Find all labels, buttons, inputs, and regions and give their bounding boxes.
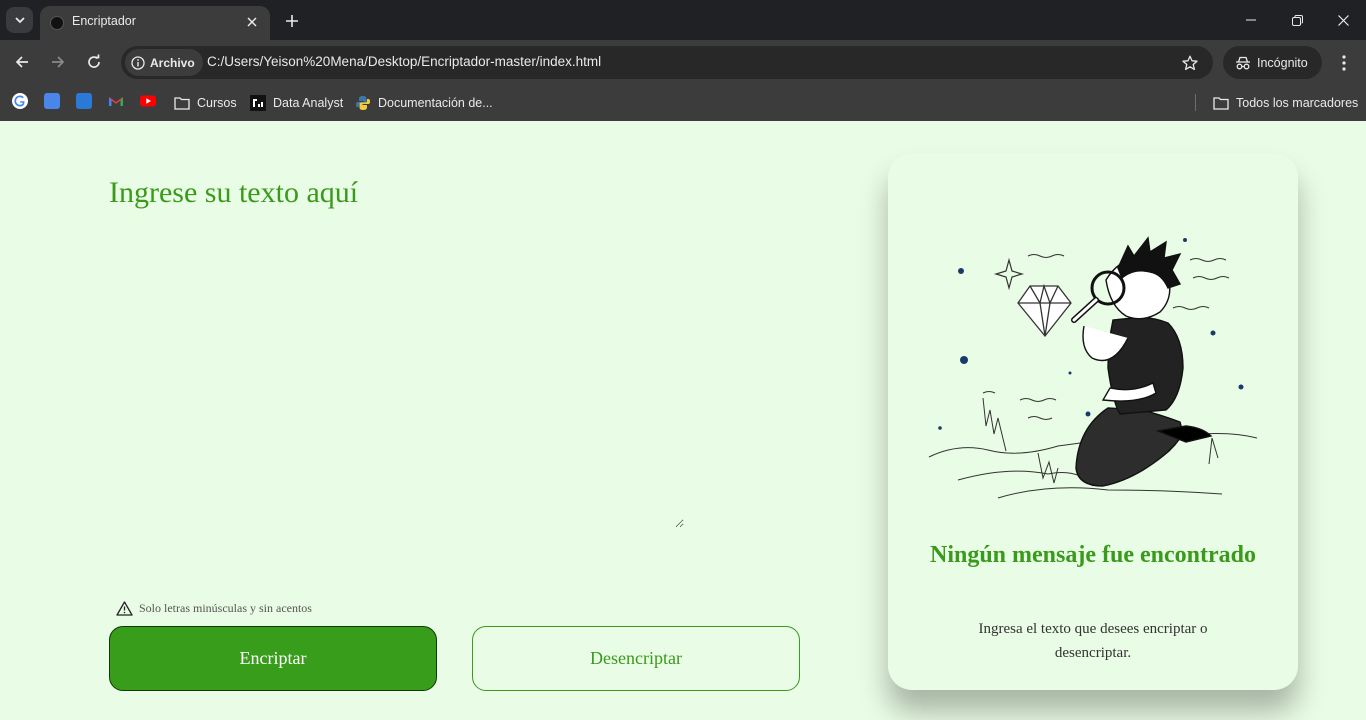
tab-close-button[interactable] xyxy=(242,12,262,32)
gmail-icon[interactable] xyxy=(108,93,124,109)
tab-title: Encriptador xyxy=(72,14,136,28)
tab-search-button[interactable] xyxy=(6,7,33,33)
active-tab[interactable]: Encriptador xyxy=(40,6,270,40)
star-icon xyxy=(1182,55,1198,71)
address-bar[interactable]: Archivo C:/Users/Yeison%20Mena/Desktop/E… xyxy=(121,46,1213,79)
browser-tab-bar: Encriptador xyxy=(0,0,1366,40)
forward-icon xyxy=(52,56,65,68)
page-content: Ingrese su texto aquí Solo letras minúsc… xyxy=(0,121,1366,720)
minimize-icon xyxy=(1246,19,1256,21)
bookmark-documentacion[interactable]: Documentación de... xyxy=(355,92,493,114)
close-icon xyxy=(247,17,257,27)
bookmark-folder-cursos[interactable]: Cursos xyxy=(174,92,237,114)
result-panel: Ningún mensaje fue encontrado Ingresa el… xyxy=(888,153,1298,690)
input-hint: Solo letras minúsculas y sin acentos xyxy=(116,601,312,616)
back-icon xyxy=(15,56,28,68)
decrypt-button[interactable]: Desencriptar xyxy=(472,626,800,691)
python-icon xyxy=(356,96,370,110)
result-description: Ingresa el texto que desees encriptar o … xyxy=(978,621,1208,661)
bookmark-label: Todos los marcadores xyxy=(1236,96,1359,110)
bookmark-s-icon[interactable] xyxy=(76,93,92,109)
url-text[interactable]: C:/Users/Yeison%20Mena/Desktop/Encriptad… xyxy=(207,54,601,69)
bookmark-label: Documentación de... xyxy=(378,96,493,110)
bookmark-label: Data Analyst xyxy=(273,96,344,110)
bookmarks-bar: Cursos Data Analyst Documentación de... … xyxy=(0,85,1366,121)
site-chip-label: Archivo xyxy=(150,55,195,70)
bookmark-data-analyst[interactable]: Data Analyst xyxy=(250,92,343,114)
browser-toolbar: Archivo C:/Users/Yeison%20Mena/Desktop/E… xyxy=(0,40,1366,85)
reload-button[interactable] xyxy=(81,49,107,75)
restore-button[interactable] xyxy=(1274,5,1320,35)
folder-icon xyxy=(1213,97,1229,110)
browser-menu-button[interactable] xyxy=(1333,50,1355,76)
hint-text: Solo letras minúsculas y sin acentos xyxy=(139,601,312,615)
bookmark-label: Cursos xyxy=(197,96,237,110)
close-window-button[interactable] xyxy=(1320,5,1366,35)
reload-icon xyxy=(88,54,100,68)
bookmarks-separator xyxy=(1195,94,1196,111)
tab-favicon-icon xyxy=(50,16,64,30)
forward-button[interactable] xyxy=(45,49,71,75)
minimize-button[interactable] xyxy=(1228,5,1274,35)
result-title: Ningún mensaje fue encontrado xyxy=(929,542,1256,568)
bookmark-star-button[interactable] xyxy=(1179,52,1201,74)
info-icon xyxy=(131,55,145,70)
back-button[interactable] xyxy=(9,49,35,75)
site-info-chip[interactable]: Archivo xyxy=(125,49,203,76)
google-icon[interactable] xyxy=(12,93,28,109)
close-icon xyxy=(1337,14,1349,26)
plus-icon xyxy=(286,15,298,27)
bookmark-all-bookmarks[interactable]: Todos los marcadores xyxy=(1213,92,1358,114)
kebab-icon xyxy=(1342,55,1346,71)
message-input[interactable] xyxy=(108,221,684,528)
page-heading: Ingrese su texto aquí xyxy=(109,176,359,209)
incognito-chip[interactable]: Incógnito xyxy=(1223,46,1322,79)
new-tab-button[interactable] xyxy=(281,10,303,32)
google-translate-icon[interactable] xyxy=(44,93,60,109)
searching-person-illustration xyxy=(928,236,1258,499)
warning-icon xyxy=(116,601,133,616)
incognito-icon xyxy=(1236,56,1250,69)
youtube-icon[interactable] xyxy=(140,93,156,109)
data-analyst-icon xyxy=(250,95,266,111)
incognito-label: Incógnito xyxy=(1257,55,1308,70)
encrypt-button[interactable]: Encriptar xyxy=(109,626,437,691)
chevron-down-icon xyxy=(14,17,25,24)
restore-icon xyxy=(1291,14,1303,26)
folder-icon xyxy=(174,97,190,110)
